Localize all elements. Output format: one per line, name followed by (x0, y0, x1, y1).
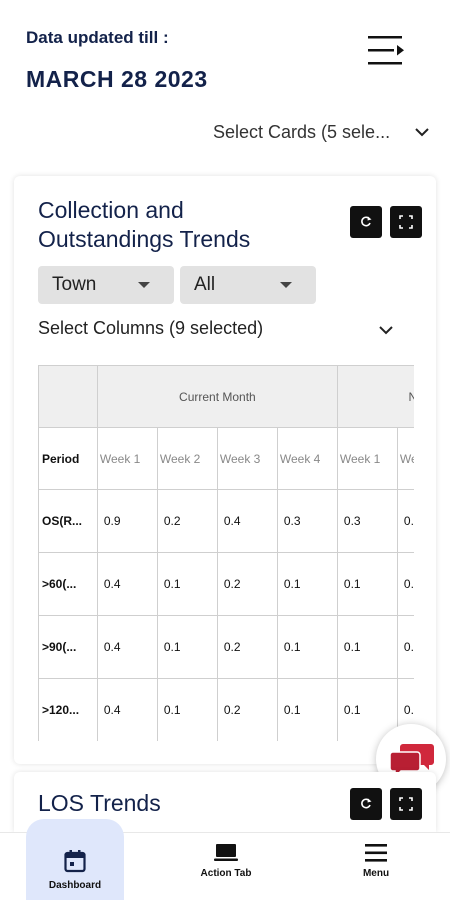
table-cell: 0.1 (156, 678, 218, 741)
trends-table: Current Month Next M Period Week 1 Week … (38, 365, 414, 741)
table-cell: 0.1 (156, 615, 218, 679)
scope-filter-dropdown[interactable]: All (180, 266, 316, 304)
table-cell: 0.2 (156, 489, 218, 553)
table-cell: 0.4 (96, 615, 158, 679)
location-filter-value: Town (52, 274, 97, 295)
sidebar-toggle-icon[interactable] (366, 34, 406, 68)
caret-down-icon (280, 282, 292, 288)
group-header-row: Current Month Next M (38, 365, 414, 428)
table-cell: 0.4 (96, 678, 158, 741)
select-cards-dropdown[interactable]: Select Cards (5 sele... (213, 122, 390, 143)
table-cell: 0.1 (276, 552, 338, 616)
refresh-icon (361, 798, 372, 809)
refresh-icon (361, 216, 372, 227)
table-row: >120... 0.4 0.1 0.2 0.1 0.1 0.1 ( (38, 678, 414, 741)
group-header-next-month: Next M (336, 365, 414, 428)
table-cell: 0.1 (336, 615, 398, 679)
trends-table-scroll[interactable]: Current Month Next M Period Week 1 Week … (38, 365, 414, 741)
header: Data updated till : MARCH 28 2023 Select… (0, 0, 450, 170)
expand-icon (399, 797, 413, 811)
table-cell: 0.9 (96, 489, 158, 553)
group-header-blank (38, 365, 98, 428)
card-title: Collection and Outstandings Trends (38, 197, 251, 252)
table-cell: 0.1 (336, 552, 398, 616)
nav-item-dashboard[interactable]: Dashboard (26, 819, 124, 900)
header-period: Period (38, 427, 98, 490)
nav-label: Action Tab (200, 868, 252, 879)
header-week: Week 1 (336, 427, 398, 490)
table-cell: 0.3 (336, 489, 398, 553)
table-cell: 0.1 (396, 615, 414, 679)
row-label: >90(... (38, 615, 98, 679)
card-title: LOS Trends (38, 790, 161, 816)
row-label: >120... (38, 678, 98, 741)
table-cell: 0.1 (276, 615, 338, 679)
refresh-button[interactable] (350, 206, 382, 238)
laptop-icon (214, 844, 238, 861)
table-row: OS(R... 0.9 0.2 0.4 0.3 0.3 0.3 ( (38, 489, 414, 553)
expand-icon (399, 215, 413, 229)
expand-button[interactable] (390, 206, 422, 238)
nav-item-menu[interactable]: Menu (328, 833, 424, 900)
row-label: OS(R... (38, 489, 98, 553)
sub-header-row: Period Week 1 Week 2 Week 3 Week 4 Week … (38, 427, 414, 490)
collection-trends-card: Collection and Outstandings Trends Town … (14, 176, 436, 764)
bottom-nav: Dashboard Action Tab Menu (0, 819, 450, 900)
header-week: Week 3 (216, 427, 278, 490)
location-filter-dropdown[interactable]: Town (38, 266, 174, 304)
table-cell: 0.2 (216, 678, 278, 741)
nav-item-action-tab[interactable]: Action Tab (178, 833, 274, 900)
header-week: Week 4 (276, 427, 338, 490)
menu-icon (365, 844, 387, 862)
header-week: Week 1 (96, 427, 158, 490)
chevron-down-icon[interactable] (376, 320, 396, 340)
caret-down-icon (138, 282, 150, 288)
header-week: Week 2 (156, 427, 218, 490)
table-cell: 0.2 (216, 615, 278, 679)
data-updated-label: Data updated till : (26, 28, 169, 47)
table-row: >60(... 0.4 0.1 0.2 0.1 0.1 0.1 ( (38, 552, 414, 616)
table-cell: 0.1 (276, 678, 338, 741)
scope-filter-value: All (194, 274, 216, 295)
chevron-down-icon[interactable] (412, 122, 432, 142)
table-cell: 0.3 (396, 489, 414, 553)
table-cell: 0.4 (96, 552, 158, 616)
table-row: >90(... 0.4 0.1 0.2 0.1 0.1 0.1 ( (38, 615, 414, 679)
nav-label: Dashboard (48, 880, 102, 891)
header-week: Week 2 (396, 427, 414, 490)
table-cell: 0.1 (156, 552, 218, 616)
expand-button[interactable] (390, 788, 422, 820)
refresh-button[interactable] (350, 788, 382, 820)
table-cell: 0.3 (276, 489, 338, 553)
table-cell: 0.2 (216, 552, 278, 616)
table-cell: 0.1 (396, 552, 414, 616)
row-label: >60(... (38, 552, 98, 616)
data-updated-date: MARCH 28 2023 (26, 66, 208, 92)
group-header-current-month: Current Month (96, 365, 338, 428)
table-cell: 0.4 (216, 489, 278, 553)
calendar-icon (64, 850, 86, 873)
select-columns-dropdown[interactable]: Select Columns (9 selected) (38, 318, 263, 339)
nav-label: Menu (362, 868, 390, 879)
